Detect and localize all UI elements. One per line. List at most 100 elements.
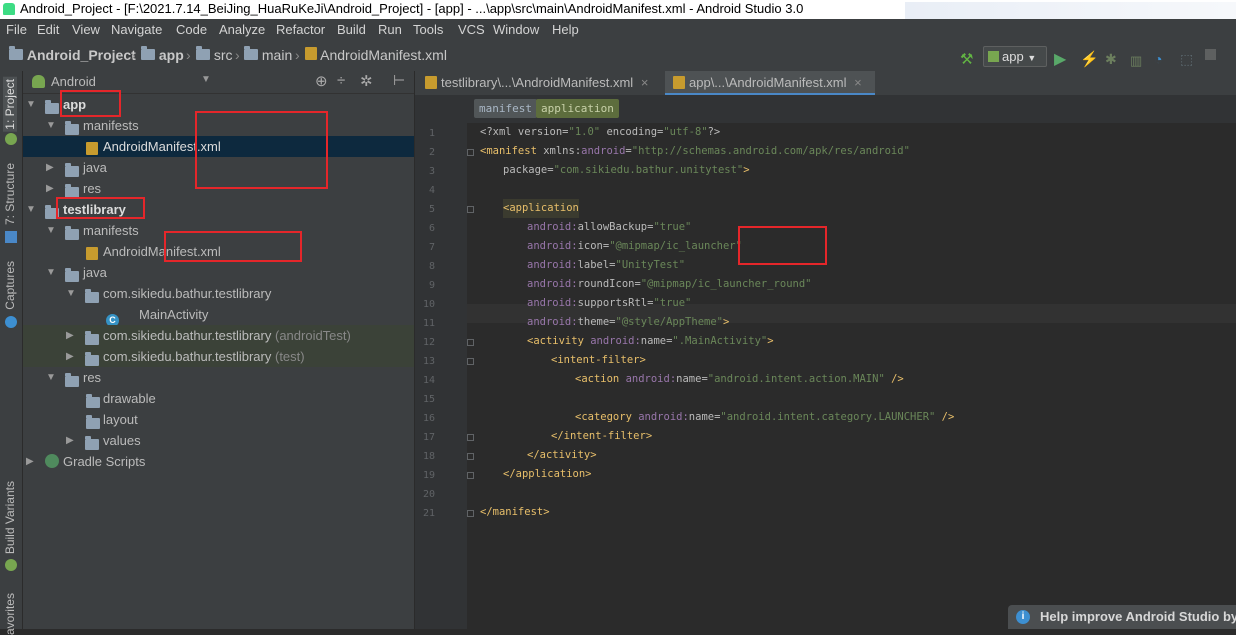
folder-icon [65,226,79,240]
editor-tab-testlibrary-manifest[interactable]: testlibrary\...\AndroidManifest.xml × [417,71,661,95]
tree-node-layout[interactable]: layout [23,409,414,430]
fold-marker-icon[interactable] [467,206,474,213]
fold-marker-icon[interactable] [467,453,474,460]
code-line-10: android:supportsRtl="true" [527,297,692,309]
fold-marker-icon[interactable] [467,358,474,365]
line-number: 1 [428,128,435,139]
fold-marker-icon[interactable] [467,472,474,479]
menu-analyze[interactable]: Analyze [219,19,265,40]
hide-panel-icon[interactable]: ⊢ [393,72,405,89]
xml-file-icon [425,76,437,89]
sync-icon[interactable]: ⊕ [315,72,328,90]
tree-label: Gradle Scripts [63,454,146,469]
package-icon [85,289,99,303]
menu-navigate[interactable]: Navigate [111,19,162,40]
tree-node-values[interactable]: ▶ values [23,430,414,451]
tab-captures[interactable]: Captures [3,261,17,310]
menu-edit[interactable]: Edit [37,19,59,40]
android-view-icon [32,75,45,88]
stop-icon[interactable] [1205,49,1216,60]
help-improve-notification[interactable]: i Help improve Android Studio by [1008,605,1236,629]
close-icon[interactable]: × [641,75,649,90]
breadcrumb-file[interactable]: AndroidManifest.xml [305,40,447,71]
tree-node-package-androidtest[interactable]: ▶ com.sikiedu.bathur.testlibrary (androi… [23,325,414,346]
expand-arrow-icon[interactable]: ▶ [66,325,74,346]
tree-label: manifests [83,118,139,133]
expand-arrow-icon[interactable]: ▼ [26,94,36,115]
menu-refactor[interactable]: Refactor [276,19,325,40]
line-number: 5 [428,204,435,215]
breadcrumb-app[interactable]: app [141,40,184,71]
folder-icon [244,46,258,60]
folder-icon [196,46,210,60]
tab-project[interactable]: 1: Project [3,77,17,132]
tree-node-drawable[interactable]: drawable [23,388,414,409]
gear-icon[interactable]: ✲ [360,72,373,90]
fold-marker-icon[interactable] [467,149,474,156]
expand-arrow-icon[interactable]: ▶ [46,157,54,178]
xml-crumb-manifest[interactable]: manifest [474,99,537,118]
fold-marker-icon[interactable] [467,510,474,517]
expand-arrow-icon[interactable]: ▼ [66,283,76,304]
fold-marker-icon[interactable] [467,339,474,346]
expand-arrow-icon[interactable]: ▼ [46,220,56,241]
folder-icon [65,268,79,282]
expand-arrow-icon[interactable]: ▼ [26,199,36,220]
editor-tab-app-manifest[interactable]: app\...\AndroidManifest.xml × [665,71,875,95]
chevron-down-icon: ▼ [1027,53,1037,63]
xml-file-icon [673,76,685,89]
fold-marker-icon[interactable] [467,434,474,441]
menu-vcs[interactable]: VCS [458,19,485,40]
code-line-21: </manifest> [480,506,550,518]
menu-build[interactable]: Build [337,19,366,40]
view-mode-select[interactable]: Android [51,74,96,89]
menu-tools[interactable]: Tools [413,19,443,40]
highlight-box-app [60,90,121,117]
xml-crumb-application[interactable]: application [536,99,619,118]
tree-node-lib-java[interactable]: ▼ java [23,262,414,283]
chevron-down-icon[interactable]: ▼ [201,74,211,85]
tab-build-variants[interactable]: Build Variants [3,481,17,554]
expand-arrow-icon[interactable]: ▶ [66,430,74,451]
collapse-icon[interactable]: ÷ [337,72,345,89]
highlight-box-app-manifest [195,111,328,189]
menu-help[interactable]: Help [552,19,579,40]
menu-view[interactable]: View [72,19,100,40]
notification-text: Help improve Android Studio by [1040,609,1236,624]
code-line-14: <action android:name="android.intent.act… [575,373,904,385]
code-line-12: <activity android:name=".MainActivity"> [527,335,774,347]
tree-node-gradle-scripts[interactable]: ▶ Gradle Scripts [23,451,414,472]
menu-window[interactable]: Window [493,19,539,40]
code-area[interactable]: 1 2 3 4 5 6 7 8 9 10 11 12 13 14 15 16 1… [415,123,1236,629]
expand-arrow-icon[interactable]: ▼ [46,367,56,388]
close-icon[interactable]: × [854,75,862,90]
package-icon [85,352,99,366]
xml-file-icon [86,247,98,260]
left-tool-strip: 1: Project 7: Structure Captures Build V… [0,71,23,635]
menu-file[interactable]: File [6,19,27,40]
line-number: 18 [422,451,435,462]
tree-node-lib-res[interactable]: ▼ res [23,367,414,388]
code-line-3: package="com.sikiedu.bathur.unitytest"> [503,164,750,176]
folder-icon [65,121,79,135]
menu-run[interactable]: Run [378,19,402,40]
tab-structure[interactable]: 7: Structure [3,163,17,225]
code-line-9: android:roundIcon="@mipmap/ic_launcher_r… [527,278,812,290]
xml-breadcrumb-bar: manifest application [415,95,1236,123]
menu-code[interactable]: Code [176,19,207,40]
tree-node-package-test[interactable]: ▶ com.sikiedu.bathur.testlibrary (test) [23,346,414,367]
code-line-11: android:theme="@style/AppTheme"> [527,316,730,328]
gradle-icon [45,454,59,468]
breadcrumb-src[interactable]: src [196,40,233,71]
expand-arrow-icon[interactable]: ▶ [46,178,54,199]
tree-node-package[interactable]: ▼ com.sikiedu.bathur.testlibrary [23,283,414,304]
run-config-dropdown[interactable]: app ▼ [983,46,1047,67]
tree-node-main-activity[interactable]: C MainActivity [23,304,414,327]
expand-arrow-icon[interactable]: ▼ [46,262,56,283]
expand-arrow-icon[interactable]: ▶ [26,451,34,472]
breadcrumb-main[interactable]: main [244,40,292,71]
expand-arrow-icon[interactable]: ▼ [46,115,56,136]
code-line-6: android:allowBackup="true" [527,221,692,233]
breadcrumb-project[interactable]: Android_Project [9,40,136,71]
expand-arrow-icon[interactable]: ▶ [66,346,74,367]
